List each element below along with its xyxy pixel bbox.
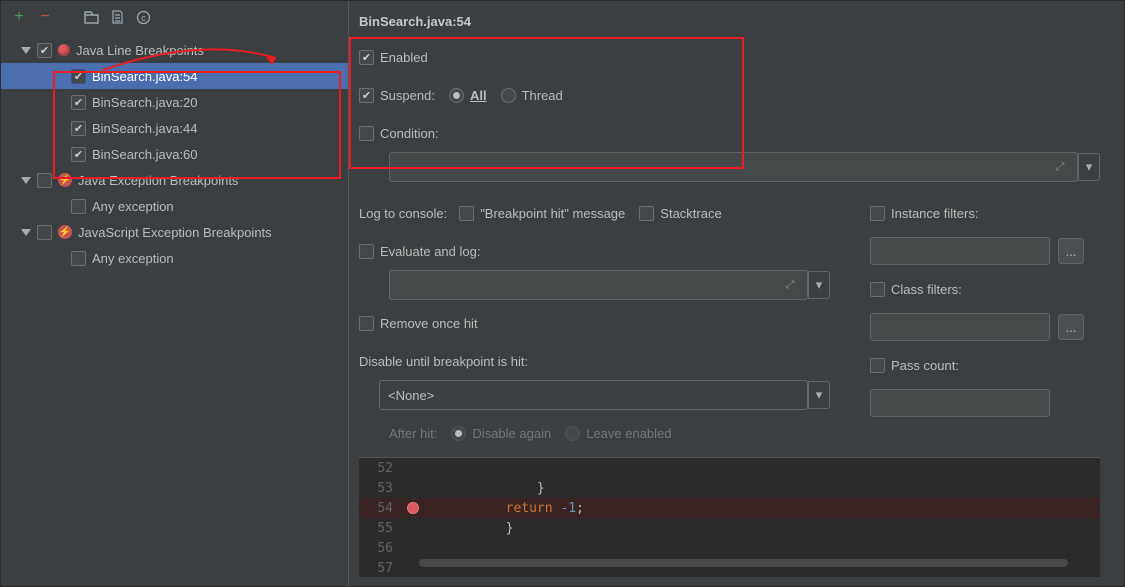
breakpoint-item[interactable]: BinSearch.java:20: [1, 89, 348, 115]
class-filters-checkbox[interactable]: [870, 282, 885, 297]
stacktrace-checkbox[interactable]: [639, 206, 654, 221]
class-filters-label: Class filters:: [891, 282, 962, 297]
class-filters-browse-button[interactable]: ...: [1058, 314, 1084, 340]
pass-count-input[interactable]: [870, 389, 1050, 417]
disable-until-value: <None>: [388, 388, 434, 403]
enabled-checkbox[interactable]: [359, 50, 374, 65]
suspend-thread-label[interactable]: Thread: [522, 88, 563, 103]
bp-checkbox[interactable]: [71, 121, 86, 136]
breakpoint-item[interactable]: BinSearch.java:44: [1, 115, 348, 141]
class-filters-input[interactable]: [870, 313, 1050, 341]
line-number: 56: [359, 541, 403, 556]
remove-once-label: Remove once hit: [380, 316, 478, 331]
bp-label: BinSearch.java:44: [92, 121, 198, 136]
instance-filters-label: Instance filters:: [891, 206, 978, 221]
line-number: 52: [359, 461, 403, 476]
bp-hit-label: "Breakpoint hit" message: [480, 206, 625, 221]
after-hit-label: After hit:: [389, 426, 437, 441]
group-label: JavaScript Exception Breakpoints: [78, 225, 272, 240]
group-label: Java Line Breakpoints: [76, 43, 204, 58]
breakpoint-item[interactable]: Any exception: [1, 245, 348, 271]
bp-checkbox[interactable]: [71, 199, 86, 214]
expand-icon[interactable]: [21, 177, 31, 184]
line-number: 54: [359, 501, 403, 516]
group-js-exception[interactable]: ⚡ JavaScript Exception Breakpoints: [1, 219, 348, 245]
disable-until-label: Disable until breakpoint is hit:: [359, 354, 528, 369]
line-number: 55: [359, 521, 403, 536]
expand-icon[interactable]: [21, 47, 31, 54]
line-number: 53: [359, 481, 403, 496]
bp-checkbox[interactable]: [71, 251, 86, 266]
disable-until-chevron-icon[interactable]: ▾: [808, 381, 830, 409]
evaluate-log-label: Evaluate and log:: [380, 244, 480, 259]
code-preview: 52 53 } 54 return -1; 55 }: [359, 457, 1100, 577]
instance-filters-input[interactable]: [870, 237, 1050, 265]
leave-enabled-label: Leave enabled: [586, 426, 671, 441]
bp-checkbox[interactable]: [71, 95, 86, 110]
disable-until-select[interactable]: <None>: [379, 380, 808, 410]
group-java-line[interactable]: Java Line Breakpoints: [1, 37, 348, 63]
breakpoint-gutter-icon[interactable]: [407, 502, 419, 514]
eval-log-history-icon[interactable]: ▾: [808, 271, 830, 299]
suspend-thread-radio[interactable]: [501, 88, 516, 103]
evaluate-log-input[interactable]: ⤢: [389, 270, 808, 300]
group-java-exception[interactable]: ⚡ Java Exception Breakpoints: [1, 167, 348, 193]
svg-text:c: c: [141, 13, 146, 23]
group-checkbox[interactable]: [37, 173, 52, 188]
expand-field-icon[interactable]: ⤢: [1049, 156, 1071, 178]
group-by-file-icon[interactable]: [109, 7, 125, 27]
bp-label: Any exception: [92, 199, 174, 214]
remove-breakpoint-icon[interactable]: −: [37, 7, 53, 27]
breakpoint-item[interactable]: Any exception: [1, 193, 348, 219]
breakpoint-dot-icon: [58, 44, 70, 56]
page-title: BinSearch.java:54: [359, 1, 1100, 35]
expand-icon[interactable]: [21, 229, 31, 236]
breakpoints-toolbar: + − c: [1, 1, 348, 33]
exception-bp-icon: ⚡: [58, 173, 72, 187]
log-to-console-label: Log to console:: [359, 206, 447, 221]
breakpoint-tree: Java Line Breakpoints BinSearch.java:54 …: [1, 33, 348, 271]
bp-checkbox[interactable]: [71, 69, 86, 84]
group-checkbox[interactable]: [37, 225, 52, 240]
suspend-checkbox[interactable]: [359, 88, 374, 103]
code-text: }: [423, 481, 545, 496]
stacktrace-label: Stacktrace: [660, 206, 721, 221]
bp-label: BinSearch.java:60: [92, 147, 198, 162]
line-number: 57: [359, 561, 403, 576]
leave-enabled-radio: [565, 426, 580, 441]
suspend-all-label[interactable]: All: [470, 88, 487, 103]
bp-hit-checkbox[interactable]: [459, 206, 474, 221]
group-label: Java Exception Breakpoints: [78, 173, 238, 188]
expand-field-icon[interactable]: ⤢: [779, 274, 801, 296]
bp-checkbox[interactable]: [71, 147, 86, 162]
suspend-all-radio[interactable]: [449, 88, 464, 103]
bp-label: BinSearch.java:54: [92, 69, 198, 84]
bp-label: Any exception: [92, 251, 174, 266]
condition-input[interactable]: ⤢: [389, 152, 1078, 182]
disable-again-label: Disable again: [472, 426, 551, 441]
group-by-package-icon[interactable]: [83, 7, 99, 27]
code-text: }: [423, 521, 513, 536]
enabled-label: Enabled: [380, 50, 428, 65]
condition-label: Condition:: [380, 126, 439, 141]
instance-filters-browse-button[interactable]: ...: [1058, 238, 1084, 264]
horizontal-scrollbar[interactable]: [419, 559, 1068, 567]
instance-filters-checkbox[interactable]: [870, 206, 885, 221]
suspend-label: Suspend:: [380, 88, 435, 103]
add-breakpoint-icon[interactable]: +: [11, 7, 27, 27]
breakpoint-item[interactable]: BinSearch.java:54: [1, 63, 348, 89]
remove-once-checkbox[interactable]: [359, 316, 374, 331]
condition-history-icon[interactable]: ▾: [1078, 153, 1100, 181]
breakpoint-item[interactable]: BinSearch.java:60: [1, 141, 348, 167]
evaluate-log-checkbox[interactable]: [359, 244, 374, 259]
pass-count-label: Pass count:: [891, 358, 959, 373]
group-by-class-icon[interactable]: c: [135, 7, 151, 27]
bp-label: BinSearch.java:20: [92, 95, 198, 110]
disable-again-radio: [451, 426, 466, 441]
code-text: return -1;: [423, 501, 584, 516]
group-checkbox[interactable]: [37, 43, 52, 58]
condition-checkbox[interactable]: [359, 126, 374, 141]
pass-count-checkbox[interactable]: [870, 358, 885, 373]
exception-bp-icon: ⚡: [58, 225, 72, 239]
